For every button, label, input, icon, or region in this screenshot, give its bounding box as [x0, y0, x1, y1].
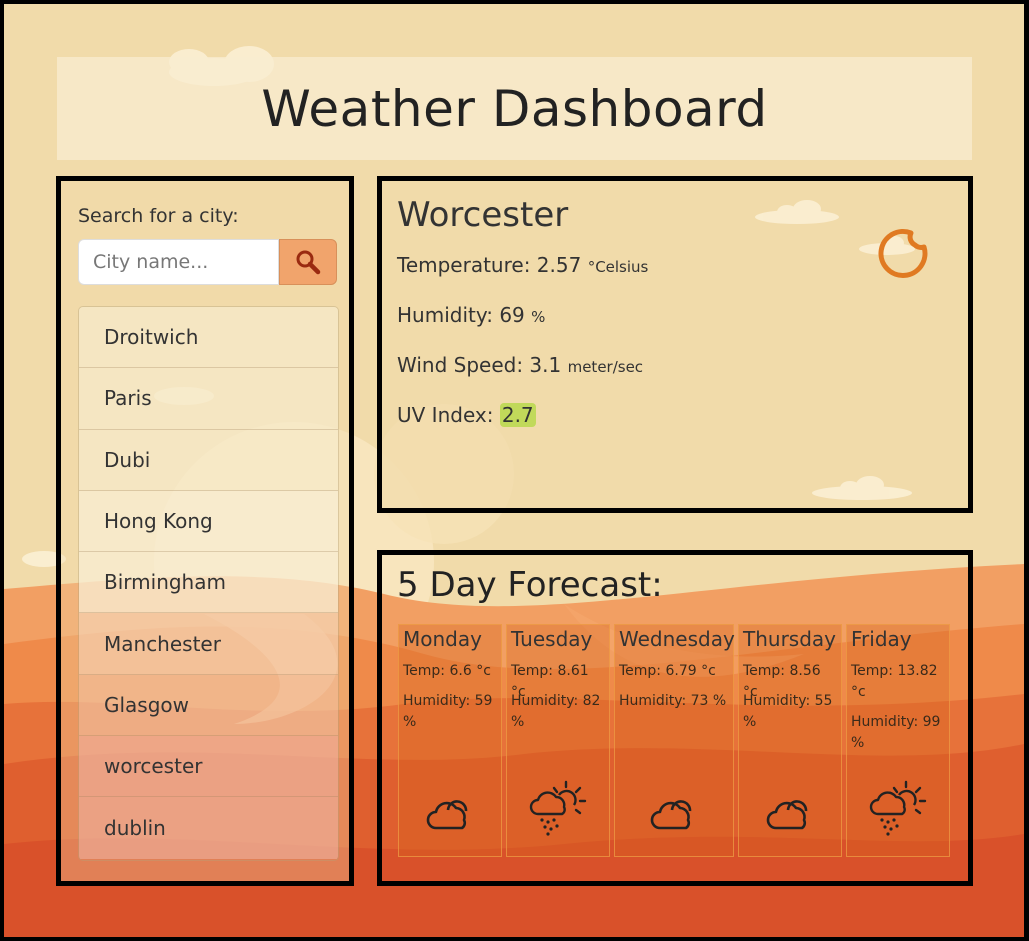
forecast-temp: Temp: 6.6 °c	[403, 663, 491, 679]
city-search-input[interactable]	[78, 239, 279, 285]
forecast-card-wednesday: Wednesday Temp: 6.79 °c Humidity: 73 %	[614, 624, 735, 857]
search-label: Search for a city:	[78, 205, 239, 227]
history-item-droitwich[interactable]: Droitwich	[79, 307, 338, 369]
temperature-value: 2.57	[536, 253, 582, 277]
history-item-manchester[interactable]: Manchester	[79, 613, 338, 675]
forecast-humidity: Humidity: 82 %	[511, 693, 601, 730]
uv-label: UV Index:	[397, 403, 494, 427]
history-item-dubi[interactable]: Dubi	[79, 429, 338, 491]
uv-row: UV Index: 2.7	[397, 403, 536, 427]
uv-value-badge: 2.7	[499, 403, 536, 427]
history-item-paris[interactable]: Paris	[79, 368, 338, 430]
forecast-humidity: Humidity: 99 %	[851, 714, 941, 751]
forecast-day-name: Tuesday	[511, 627, 593, 651]
search-history-list: Droitwich Paris Dubi Hong Kong Birmingha…	[78, 306, 339, 861]
forecast-card-thursday: Thursday Temp: 8.56 °c Humidity: 55 %	[738, 624, 842, 857]
forecast-title: 5 Day Forecast:	[397, 565, 663, 605]
temperature-row: Temperature: 2.57 °Celsius	[397, 253, 648, 277]
wind-value: 3.1	[529, 353, 562, 377]
forecast-temp: Temp: 13.82 °c	[851, 663, 938, 700]
forecast-humidity: Humidity: 59 %	[403, 693, 493, 730]
current-city-name: Worcester	[397, 195, 569, 235]
temperature-label: Temperature:	[397, 253, 531, 277]
cloud-icon	[650, 800, 692, 830]
history-item-hong-kong[interactable]: Hong Kong	[79, 490, 338, 553]
forecast-day-name: Wednesday	[619, 627, 735, 651]
forecast-day-name: Monday	[403, 627, 482, 651]
forecast-humidity: Humidity: 55 %	[743, 693, 833, 730]
rain-sun-icon	[869, 780, 927, 836]
moon-icon	[878, 228, 928, 278]
cloud-icon	[766, 800, 808, 830]
search-button[interactable]	[279, 239, 337, 285]
forecast-humidity: Humidity: 73 %	[619, 693, 727, 709]
current-weather-panel: Worcester Temperature: 2.57 °Celsius Hum…	[377, 176, 973, 513]
history-item-birmingham[interactable]: Birmingham	[79, 552, 338, 614]
wind-row: Wind Speed: 3.1 meter/sec	[397, 353, 643, 377]
humidity-value: 69	[499, 303, 525, 327]
humidity-label: Humidity:	[397, 303, 493, 327]
history-item-glasgow[interactable]: Glasgow	[79, 674, 338, 737]
wind-unit: meter/sec	[567, 358, 644, 376]
page-title: Weather Dashboard	[261, 79, 768, 138]
forecast-card-tuesday: Tuesday Temp: 8.61 °c Humidity: 82 %	[506, 624, 610, 857]
forecast-temp: Temp: 6.79 °c	[619, 663, 716, 679]
forecast-day-name: Friday	[851, 627, 912, 651]
search-panel: Search for a city: Droitwich Paris Dubi …	[56, 176, 354, 886]
humidity-row: Humidity: 69 %	[397, 303, 545, 327]
forecast-day-name: Thursday	[743, 627, 836, 651]
forecast-card-friday: Friday Temp: 13.82 °c Humidity: 99 %	[846, 624, 950, 857]
header-banner: Weather Dashboard	[57, 57, 972, 160]
history-item-worcester[interactable]: worcester	[79, 736, 338, 798]
page-frame: Weather Dashboard Search for a city: Dro…	[4, 4, 1024, 937]
rain-sun-icon	[529, 780, 587, 836]
forecast-card-monday: Monday Temp: 6.6 °c Humidity: 59 %	[398, 624, 502, 857]
cloud-icon	[426, 800, 468, 830]
search-icon	[296, 250, 321, 275]
temperature-unit: °Celsius	[587, 258, 649, 276]
history-item-dublin[interactable]: dublin	[79, 797, 338, 859]
forecast-panel: 5 Day Forecast: Monday Temp: 6.6 °c Humi…	[377, 550, 973, 886]
wind-label: Wind Speed:	[397, 353, 524, 377]
humidity-unit: %	[531, 308, 546, 326]
